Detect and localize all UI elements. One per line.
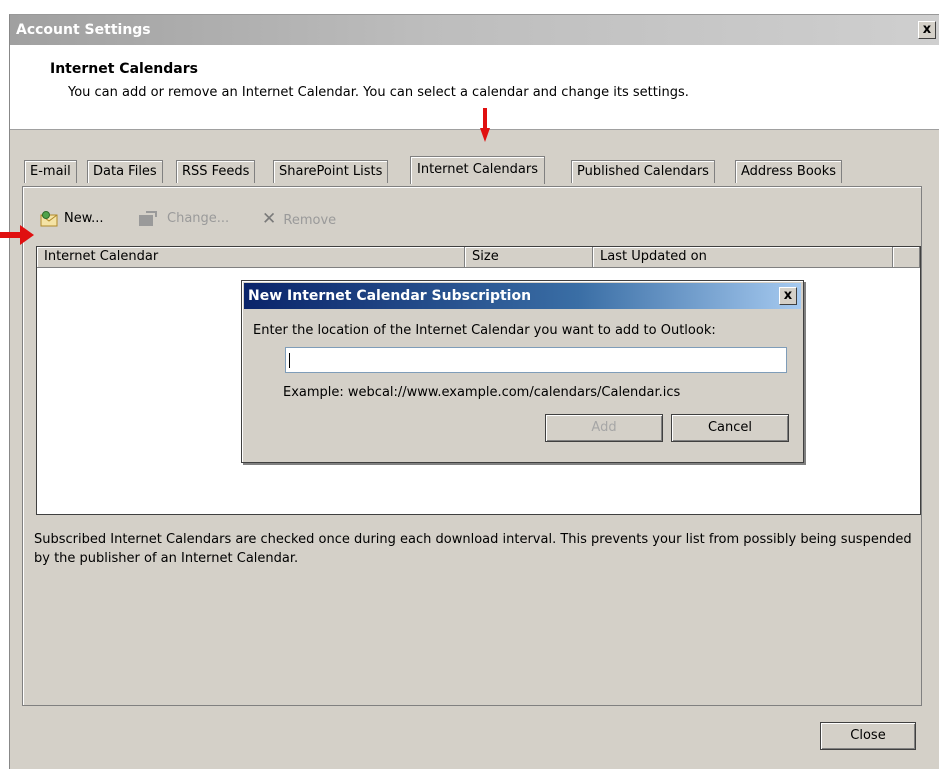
tab-email[interactable]: E-mail [24,160,77,183]
change-label: Change... [167,211,230,226]
window-title: Account Settings [16,22,151,38]
column-last-updated[interactable]: Last Updated on [593,247,893,267]
background-strip [0,0,9,768]
tab-published-calendars[interactable]: Published Calendars [571,160,715,183]
new-calendar-dialog: New Internet Calendar Subscription x Ent… [241,280,804,463]
new-button[interactable]: New... [40,208,104,230]
info-text: Subscribed Internet Calendars are checke… [34,532,912,566]
header-panel: Internet Calendars You can add or remove… [10,45,939,130]
calendar-url-input[interactable] [285,347,787,373]
annotation-arrow-right-icon [0,225,34,245]
window-titlebar[interactable]: Account Settings x [10,15,939,45]
dialog-close-button[interactable]: x [779,287,797,305]
remove-label: Remove [283,213,337,228]
new-label: New... [64,211,104,226]
remove-button[interactable]: ✕ Remove [262,208,336,230]
text-caret [289,353,290,368]
tab-rss-feeds[interactable]: RSS Feeds [176,160,256,183]
change-icon [139,211,157,226]
tab-sharepoint-lists[interactable]: SharePoint Lists [273,160,389,183]
header-subtitle: You can add or remove an Internet Calend… [68,85,689,100]
list-header: Internet Calendar Size Last Updated on [37,247,920,268]
window-close-button[interactable]: x [918,21,936,39]
add-button[interactable]: Add [545,414,663,442]
close-button[interactable]: Close [820,722,916,750]
tab-data-files[interactable]: Data Files [87,160,163,183]
dialog-prompt: Enter the location of the Internet Calen… [253,323,716,338]
annotation-arrow-down-icon [480,108,490,142]
dialog-titlebar[interactable]: New Internet Calendar Subscription x [244,283,801,309]
tab-address-books[interactable]: Address Books [735,160,843,183]
dialog-example: Example: webcal://www.example.com/calend… [283,385,681,400]
column-internet-calendar[interactable]: Internet Calendar [37,247,465,267]
header-title: Internet Calendars [50,61,198,77]
dialog-title: New Internet Calendar Subscription [248,288,532,304]
column-filler [893,247,920,267]
cancel-button[interactable]: Cancel [671,414,789,442]
column-size[interactable]: Size [465,247,593,267]
tab-internet-calendars[interactable]: Internet Calendars [410,156,545,184]
change-button[interactable]: Change... [136,208,229,230]
calendar-envelope-icon [40,211,58,227]
remove-x-icon: ✕ [262,209,277,229]
